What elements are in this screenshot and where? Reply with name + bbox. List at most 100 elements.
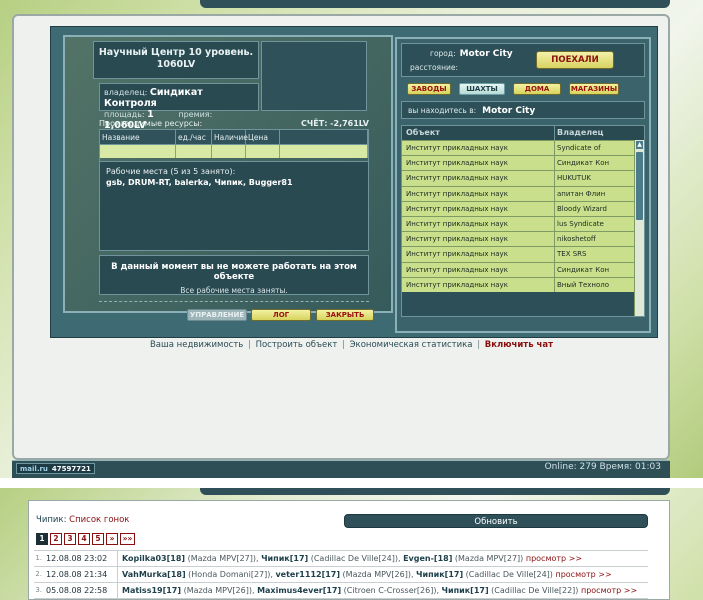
close-button[interactable]: ЗАКРЫТЬ [316, 309, 374, 321]
tab-houses[interactable]: ДОМА [513, 83, 561, 95]
workplaces-label: Рабочие места (5 из 5 занято): [106, 167, 236, 176]
list-item[interactable]: Институт прикладных наук TEX SRS [402, 246, 644, 262]
score-value: СЧЁТ: -2,761LV [300, 119, 369, 128]
list-item[interactable]: Институт прикладных наук HUKUTUK [402, 170, 644, 186]
pagination: 1 2 3 4 5 » »» [36, 533, 135, 545]
col-stock: Наличие [212, 130, 248, 144]
log-button[interactable]: ЛОГ [251, 309, 311, 321]
player-link[interactable]: Evgen-[18] [403, 554, 452, 563]
resources-header: Название ед./час Наличие Цена [100, 130, 368, 144]
list-item[interactable]: Институт прикладных наук lus Syndicate [402, 215, 644, 232]
owner-info: владелец: Синдикат Контроля площадь: 1 п… [99, 83, 259, 131]
view-race-link[interactable]: просмотр >> [526, 554, 582, 563]
page-2[interactable]: 2 [50, 533, 62, 545]
building-panel: Научный Центр 10 уровень. 1060LV владеле… [63, 35, 393, 313]
city-label: город: [430, 49, 456, 58]
page-4[interactable]: 4 [78, 533, 90, 545]
player-link[interactable]: Kopilka03[18] [122, 554, 185, 563]
top-bar [200, 0, 670, 8]
scroll-thumb[interactable] [636, 152, 643, 220]
race-participants: VahMurka[18] (Honda Domani[27]), veter11… [122, 570, 612, 579]
race-date: 05.08.08 22:58 [44, 583, 118, 598]
col-owner: Владелец [554, 126, 644, 140]
page-3[interactable]: 3 [64, 533, 76, 545]
go-button[interactable]: ПОЕХАЛИ [536, 51, 614, 69]
race-date: 12.08.08 23:02 [44, 551, 118, 566]
economic-stats-link[interactable]: Экономическая статистика [350, 340, 473, 350]
objects-list: Объект Владелец Институт прикладных наук… [401, 125, 645, 317]
col-object: Объект [406, 128, 440, 137]
area-label: площадь: [104, 110, 145, 119]
player-link[interactable]: Чипик[17] [442, 586, 489, 595]
table-row: 3. 05.08.08 22:58 Matiss19[17] (Mazda MP… [34, 583, 648, 599]
race-list-header: Чипик: Список гонок [36, 515, 129, 525]
divider [99, 301, 369, 302]
player-link[interactable]: veter1112[17] [275, 570, 340, 579]
workers-list: gsb, DRUM-RT, balerka, Чипик, Bugger81 [106, 178, 293, 187]
building-name: Научный Центр 10 уровень. [98, 47, 254, 58]
list-item[interactable]: Институт прикладных наук nikoshetoff [402, 231, 644, 247]
race-participants: Matiss19[17] (Mazda MPV[26]), Maximus4ev… [122, 586, 638, 595]
workplaces-box: Рабочие места (5 из 5 занято): gsb, DRUM… [99, 161, 369, 251]
list-item[interactable]: Институт прикладных наук Синдикат Кон [402, 261, 644, 277]
bottom-top-bar [200, 488, 670, 495]
view-race-link[interactable]: просмотр >> [581, 586, 637, 595]
page-next[interactable]: » [106, 533, 118, 545]
list-item[interactable]: Институт прикладных наук Bloody Wizard [402, 200, 644, 216]
player-link[interactable]: Чипик[17] [416, 570, 463, 579]
list-item[interactable]: Институт прикладных наук Syndicate of [402, 140, 644, 156]
owner-label: владелец: [104, 88, 148, 97]
table-row: 2. 12.08.08 21:34 VahMurka[18] (Honda Do… [34, 567, 648, 583]
view-race-link[interactable]: просмотр >> [555, 570, 611, 579]
list-scrollbar[interactable]: ▲ [634, 140, 644, 316]
player-link[interactable]: Maximus4ever[17] [257, 586, 341, 595]
table-row: 1. 12.08.08 23:02 Kopilka03[18] (Mazda M… [34, 551, 648, 567]
message-main: В данный момент вы не можете работать на… [111, 262, 357, 282]
work-message: В данный момент вы не можете работать на… [99, 255, 369, 295]
col-price: Цена [246, 130, 280, 144]
building-title: Научный Центр 10 уровень. 1060LV [93, 41, 259, 79]
refresh-button[interactable]: Обновить [344, 514, 648, 528]
building-value: 1060LV [156, 59, 196, 70]
list-item[interactable]: Институт прикладных наук Синдикат Кон [402, 155, 644, 171]
page-1[interactable]: 1 [36, 533, 48, 545]
race-list-title: Список гонок [69, 515, 130, 525]
list-item[interactable]: Институт прикладных наук Вный Техноло [402, 276, 644, 292]
col-extra [280, 130, 368, 144]
my-property-link[interactable]: Ваша недвижимость [150, 340, 243, 350]
city-panel: город: Motor City расстояние: ПОЕХАЛИ ЗАВ… [395, 37, 651, 333]
page-5[interactable]: 5 [92, 533, 104, 545]
logo-text: mail.ru [20, 465, 48, 473]
distance-label: расстояние: [410, 63, 458, 72]
mailru-counter[interactable]: mail.ru 47597721 [16, 463, 95, 474]
col-units: ед./час [176, 130, 212, 144]
enable-chat-link[interactable]: Включить чат [485, 340, 553, 350]
manage-button[interactable]: УПРАВЛЕНИЕ [187, 309, 247, 321]
location-value: Motor City [482, 106, 536, 116]
player-link[interactable]: Matiss19[17] [122, 586, 181, 595]
resources-row [100, 144, 368, 158]
resources-line: Производимые ресурсы: СЧЁТ: -2,761LV [99, 119, 369, 128]
page-last[interactable]: »» [120, 533, 135, 545]
tab-mines[interactable]: ШАХТЫ [459, 83, 505, 95]
build-object-link[interactable]: Построить объект [256, 340, 338, 350]
city-value: Motor City [459, 49, 513, 59]
current-location: вы находитесь в: Motor City [401, 101, 645, 119]
race-date: 12.08.08 21:34 [44, 567, 118, 582]
list-item[interactable]: Институт прикладных наук апитан Флин [402, 185, 644, 201]
message-sub: Все рабочие места заняты. [180, 286, 288, 295]
race-participants: Kopilka03[18] (Mazda MPV[27]), Чипик[17]… [122, 554, 583, 563]
arrow-up-icon[interactable]: ▲ [636, 141, 643, 149]
tab-shops[interactable]: МАГАЗИНЫ [569, 83, 619, 95]
bonus-label: премия: [178, 110, 213, 119]
building-image [261, 41, 367, 111]
object-type-nav: ЗАВОДЫ ШАХТЫ ДОМА МАГАЗИНЫ [401, 83, 645, 99]
player-nick: Чипик: [36, 515, 67, 525]
counter-value: 47597721 [51, 465, 91, 473]
resources-label: Производимые ресурсы: [99, 119, 203, 128]
player-link[interactable]: VahMurka[18] [122, 570, 186, 579]
tab-factories[interactable]: ЗАВОДЫ [407, 83, 451, 95]
online-time: Online: 279 Время: 01:03 [544, 462, 661, 472]
location-label: вы находитесь в: [408, 106, 477, 115]
player-link[interactable]: Чипик[17] [261, 554, 308, 563]
